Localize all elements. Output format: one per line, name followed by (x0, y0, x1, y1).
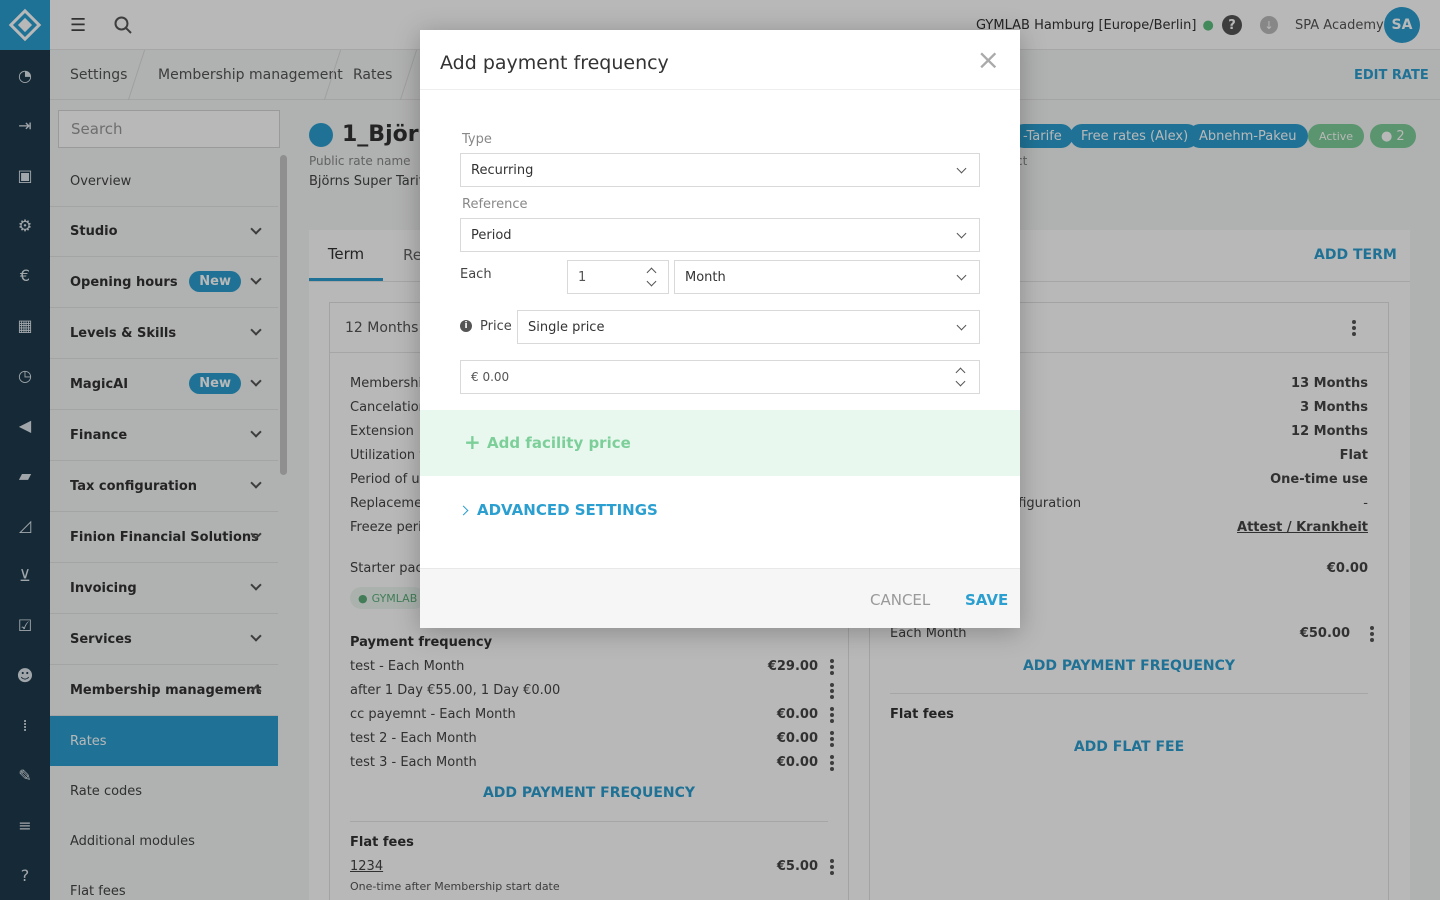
dialog-header: Add payment frequency × (420, 30, 1020, 90)
close-icon[interactable]: × (977, 46, 1000, 74)
type-select-value: Recurring (471, 162, 534, 178)
period-unit-value: Month (685, 269, 726, 285)
dialog-footer: CANCEL SAVE (420, 568, 1020, 628)
chevron-down-icon (956, 270, 967, 281)
add-facility-price-button[interactable]: Add facility price (487, 434, 631, 452)
price-amount-value: € 0.00 (471, 370, 510, 384)
save-button[interactable]: SAVE (965, 591, 1008, 609)
chevron-down-icon (956, 228, 967, 239)
add-facility-price-row[interactable]: + Add facility price (420, 410, 1020, 476)
each-number-input[interactable]: 1 (567, 260, 669, 294)
period-unit-select[interactable]: Month (674, 260, 980, 294)
plus-icon: + (464, 430, 481, 454)
dialog-title: Add payment frequency (440, 52, 669, 74)
number-stepper[interactable] (955, 364, 967, 392)
reference-select[interactable]: Period (460, 218, 980, 252)
chevron-down-icon (956, 163, 967, 174)
reference-label: Reference (462, 197, 528, 212)
add-payment-frequency-dialog: Add payment frequency × Type Recurring R… (420, 30, 1020, 628)
each-number-value: 1 (578, 269, 587, 285)
price-amount-input[interactable]: € 0.00 (460, 360, 980, 394)
price-type-value: Single price (528, 319, 605, 335)
number-stepper[interactable] (646, 264, 658, 292)
price-type-select[interactable]: Single price (517, 310, 980, 344)
advanced-settings-toggle[interactable]: ADVANCED SETTINGS (458, 501, 658, 519)
price-label: Price (480, 319, 512, 334)
cancel-button[interactable]: CANCEL (870, 591, 930, 609)
chevron-down-icon[interactable] (955, 376, 966, 387)
info-icon[interactable]: i (460, 320, 472, 332)
each-label: Each (460, 267, 492, 282)
reference-select-value: Period (471, 227, 512, 243)
chevron-right-icon (458, 505, 469, 515)
type-select[interactable]: Recurring (460, 153, 980, 187)
type-label: Type (462, 132, 492, 147)
chevron-down-icon[interactable] (646, 276, 657, 287)
advanced-settings-label: ADVANCED SETTINGS (477, 501, 658, 519)
chevron-down-icon (956, 320, 967, 331)
